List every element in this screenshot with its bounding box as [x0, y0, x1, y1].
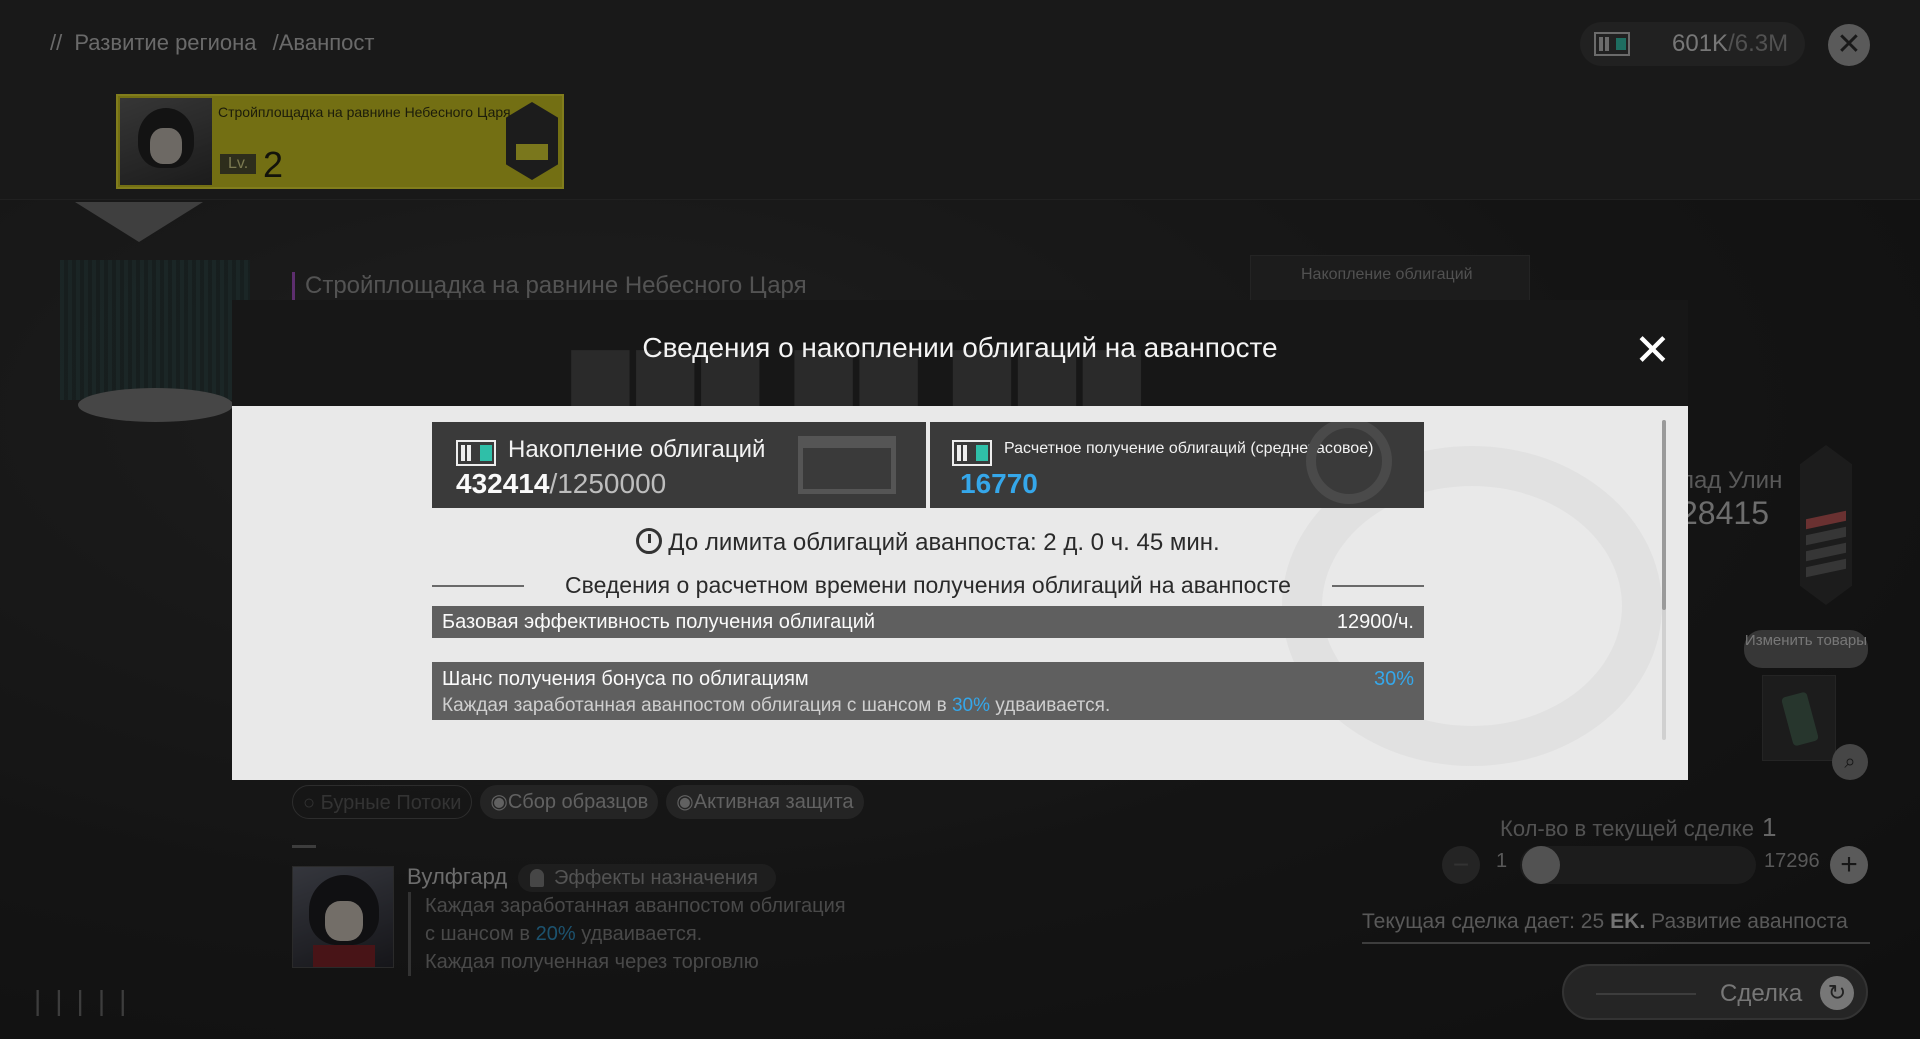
close-icon[interactable]: ✕ — [1634, 329, 1671, 373]
base-efficiency-label: Базовая эффективность получения облигаци… — [442, 611, 876, 633]
timer-ring-icon — [1306, 422, 1392, 504]
modal-title: Сведения о накоплении облигаций на аванп… — [642, 332, 1278, 363]
bond-icon — [952, 440, 992, 471]
bond-accumulation-label: Накопление облигаций — [508, 436, 766, 463]
bonus-chance-label: Шанс получения бонуса по облигациям — [442, 668, 809, 690]
section-header: Сведения о расчетном времени получения о… — [432, 570, 1424, 600]
storage-box-icon — [798, 436, 896, 494]
bond-limit-timer: До лимита облигаций аванпоста: 2 д. 0 ч.… — [232, 528, 1424, 557]
bond-accumulation-value: 432414/1250000 — [456, 468, 667, 499]
estimated-bond-income-value: 16770 — [960, 468, 1038, 499]
bonus-chance-description: Каждая заработанная аванпостом облигация… — [442, 695, 1111, 716]
clock-icon — [636, 528, 663, 554]
scrollbar-thumb[interactable] — [1662, 420, 1666, 610]
bond-accumulation-modal: ▇▇▇ ▇▇ ▇▇▇ Сведения о накоплении облигац… — [232, 300, 1688, 780]
base-efficiency-row: Базовая эффективность получения облигаци… — [432, 606, 1424, 638]
bonus-chance-row: Шанс получения бонуса по облигациям 30% … — [432, 662, 1424, 720]
estimated-bond-income-box: Расчетное получение облигаций (среднечас… — [930, 422, 1424, 508]
bond-accumulation-box: Накопление облигаций 432414/1250000 — [432, 422, 926, 508]
modal-header: ▇▇▇ ▇▇ ▇▇▇ Сведения о накоплении облигац… — [232, 300, 1688, 424]
bonus-chance-value: 30% — [1373, 668, 1414, 690]
bond-icon — [456, 440, 496, 471]
modal-body: Накопление облигаций 432414/1250000 Расч… — [232, 406, 1688, 780]
base-efficiency-value: 12900/ч. — [1336, 611, 1414, 633]
